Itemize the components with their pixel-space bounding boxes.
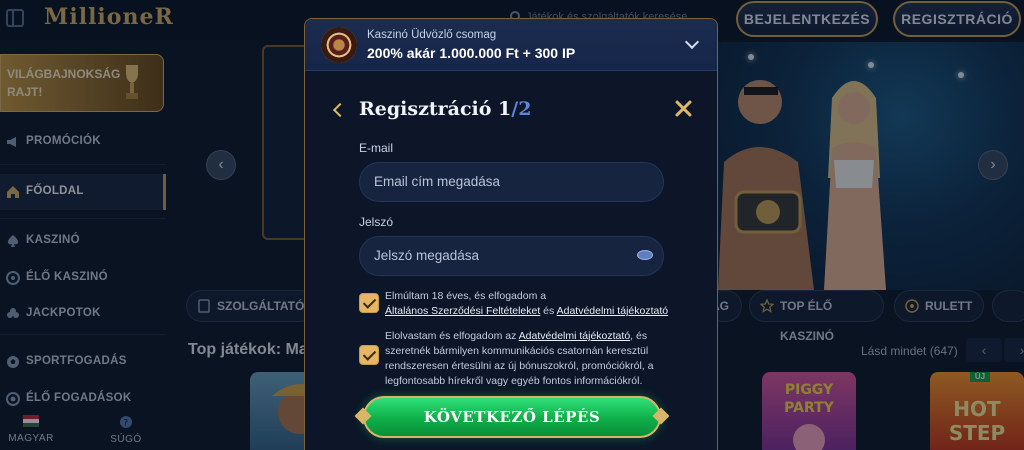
chevron-down-icon[interactable] xyxy=(684,34,700,50)
consent-text: Elolvastam és elfogadom az xyxy=(385,330,517,342)
privacy-link[interactable]: Adatvédelmi tájékoztató xyxy=(519,330,630,342)
modal-title-step: /2 xyxy=(511,98,532,120)
registration-modal: Kaszinó Üdvözlő csomag 200% akár 1.000.0… xyxy=(304,18,718,450)
password-placeholder: Jelszó megadása xyxy=(374,248,480,263)
modal-title: Regisztráció 1/2 xyxy=(359,98,531,120)
age-terms-consent: Elmúltam 18 éves, és elfogadom a Általán… xyxy=(385,289,685,319)
consent-and: és xyxy=(543,305,555,317)
modal-title-text: Regisztráció 1 xyxy=(359,98,512,120)
close-icon[interactable] xyxy=(673,99,693,119)
next-step-button[interactable]: KÖVETKEZŐ LÉPÉS xyxy=(363,396,661,438)
privacy-link[interactable]: Adatvédelmi tájékoztató xyxy=(557,305,668,317)
bonus-title: 200% akár 1.000.000 Ft + 300 IP xyxy=(367,45,576,61)
consent-text: Elmúltam 18 éves, és elfogadom a xyxy=(385,290,547,302)
email-label: E-mail xyxy=(359,141,394,155)
marketing-consent: Elolvastam és elfogadom az Adatvédelmi t… xyxy=(385,329,685,389)
back-arrow-icon[interactable] xyxy=(332,102,348,118)
bonus-subtitle: Kaszinó Üdvözlő csomag xyxy=(367,29,497,41)
email-field[interactable]: Email cím megadása xyxy=(359,162,664,202)
age-terms-checkbox[interactable] xyxy=(359,293,379,313)
terms-link[interactable]: Általános Szerződési Feltételeket xyxy=(385,305,540,317)
welcome-bonus-selector[interactable]: Kaszinó Üdvözlő csomag 200% akár 1.000.0… xyxy=(305,19,717,71)
marketing-consent-checkbox[interactable] xyxy=(359,345,379,365)
eye-icon[interactable] xyxy=(637,250,653,260)
page: MillioneR Játékok és szolgáltatók keresé… xyxy=(0,0,1024,450)
roulette-wheel-icon xyxy=(321,27,357,63)
email-placeholder: Email cím megadása xyxy=(374,174,501,189)
password-field[interactable]: Jelszó megadása xyxy=(359,236,664,276)
password-label: Jelszó xyxy=(359,215,394,229)
